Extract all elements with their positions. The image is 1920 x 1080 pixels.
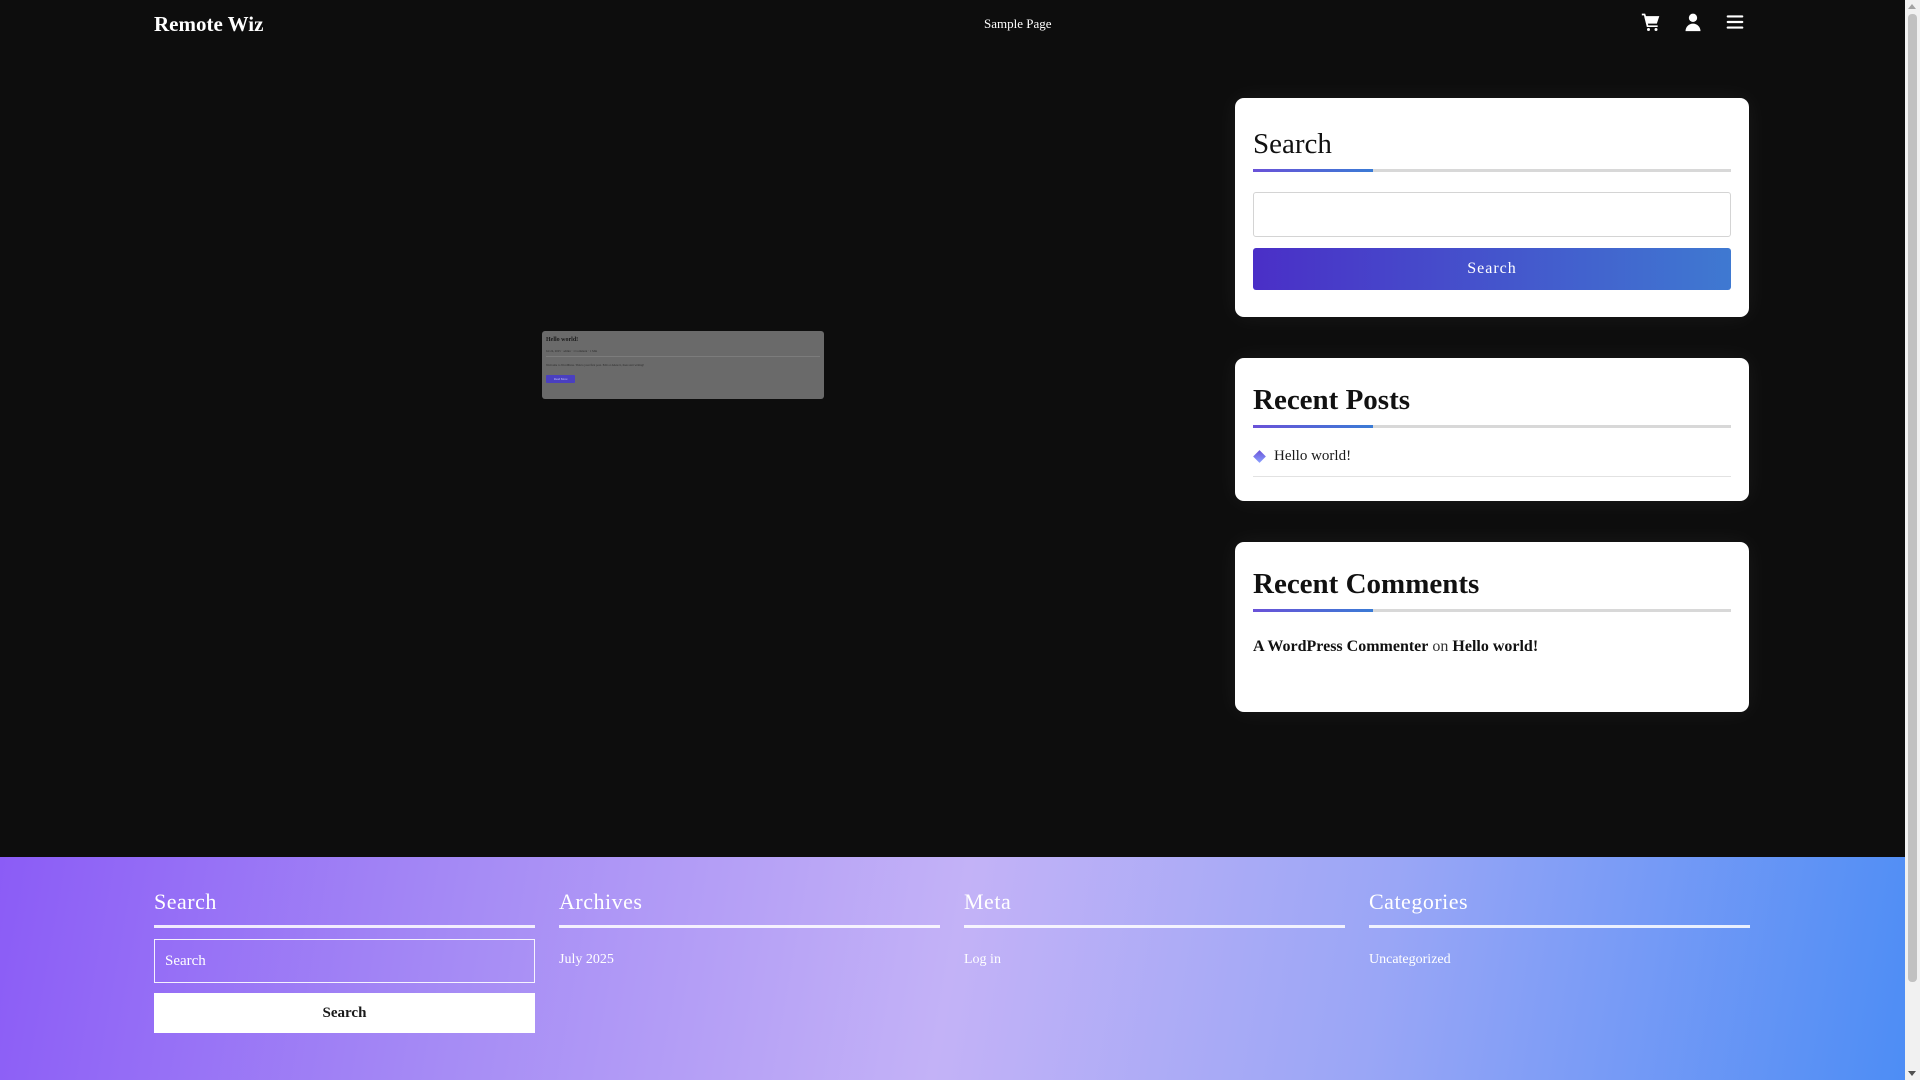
post-preview-meta: Jul 24, 2025 · admin · 1 Comment · 1 Min xyxy=(546,349,820,357)
recent-comment: A WordPress Commenter on Hello world! xyxy=(1253,638,1731,656)
footer-divider xyxy=(559,925,940,928)
read-more-button[interactable]: Read More xyxy=(546,375,576,383)
footer-divider xyxy=(964,925,1345,928)
footer-divider xyxy=(154,925,535,928)
footer-search-button[interactable]: Search xyxy=(154,993,535,1033)
recent-comments-widget: Recent Comments A WordPress Commenter on… xyxy=(1235,542,1749,712)
nav-sample-page[interactable]: Sample Page xyxy=(984,16,1052,32)
scroll-up-arrow-icon[interactable] xyxy=(1908,4,1916,9)
list-item: Hello world! xyxy=(1253,448,1731,477)
comment-post-link[interactable]: Hello world! xyxy=(1452,638,1538,655)
footer-widget-title: Archives xyxy=(559,889,643,914)
site-header: Remote Wiz Sample Page xyxy=(0,0,1905,50)
site-footer: Search Search Archives July 2025 Meta Lo… xyxy=(0,857,1905,1080)
comment-author-link[interactable]: A WordPress Commenter xyxy=(1253,638,1428,655)
sidebar-search-input[interactable] xyxy=(1253,192,1731,237)
widget-title: Recent Comments xyxy=(1253,568,1480,600)
header-icons xyxy=(1641,12,1745,32)
widget-divider xyxy=(1253,425,1731,428)
post-preview-title[interactable]: Hello world! xyxy=(546,337,820,343)
footer-search-input[interactable] xyxy=(154,939,535,983)
footer-archives-column: Archives July 2025 xyxy=(559,889,940,968)
widget-divider xyxy=(1253,169,1731,172)
sidebar-search-widget: Search Search xyxy=(1235,98,1749,317)
post-preview-excerpt: Welcome to WordPress. This is your first… xyxy=(546,363,645,367)
page-scrollbar[interactable] xyxy=(1905,0,1920,1080)
menu-icon[interactable] xyxy=(1725,12,1745,32)
footer-divider xyxy=(1369,925,1750,928)
comment-on-text: on xyxy=(1432,638,1449,655)
footer-widget-title: Categories xyxy=(1369,889,1469,914)
recent-posts-widget: Recent Posts Hello world! xyxy=(1235,358,1749,501)
footer-widget-title: Meta xyxy=(964,889,1012,914)
footer-meta-column: Meta Log in xyxy=(964,889,1345,968)
user-icon[interactable] xyxy=(1683,12,1703,32)
cart-icon[interactable] xyxy=(1641,12,1661,32)
login-link[interactable]: Log in xyxy=(964,952,1345,968)
category-link[interactable]: Uncategorized xyxy=(1369,952,1750,968)
widget-divider xyxy=(1253,609,1731,612)
post-preview-card[interactable]: Hello world! Jul 24, 2025 · admin · 1 Co… xyxy=(542,331,824,399)
sidebar-search-button[interactable]: Search xyxy=(1253,248,1731,290)
widget-title: Search xyxy=(1253,128,1332,160)
footer-search-column: Search Search xyxy=(154,889,535,1033)
scroll-down-arrow-icon[interactable] xyxy=(1908,1071,1916,1076)
site-title[interactable]: Remote Wiz xyxy=(154,12,263,37)
archive-link[interactable]: July 2025 xyxy=(559,952,940,968)
recent-post-link[interactable]: Hello world! xyxy=(1274,448,1351,465)
footer-categories-column: Categories Uncategorized xyxy=(1369,889,1750,968)
scrollbar-thumb[interactable] xyxy=(1908,14,1917,982)
widget-title: Recent Posts xyxy=(1253,384,1411,416)
diamond-bullet-icon xyxy=(1253,450,1266,463)
footer-widget-title: Search xyxy=(154,889,217,914)
